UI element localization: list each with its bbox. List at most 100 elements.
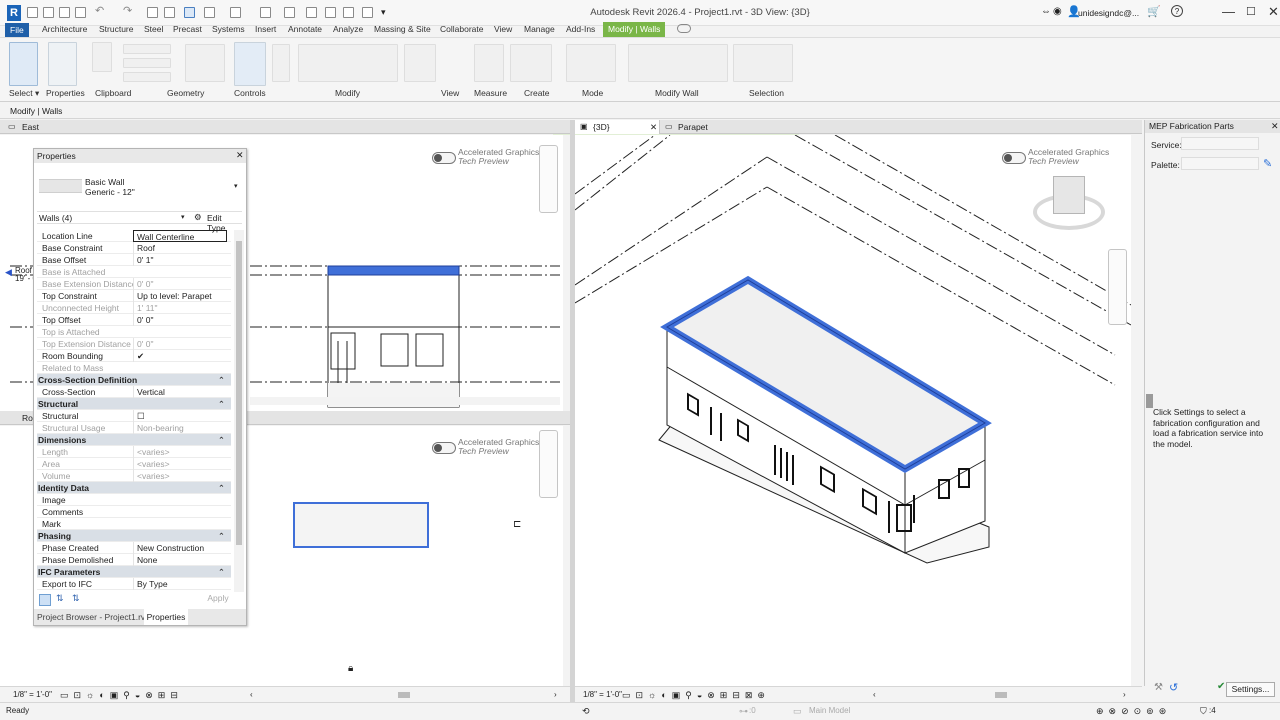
navigation-bar-2[interactable] — [539, 430, 558, 498]
navigation-bar[interactable] — [539, 145, 558, 213]
close-hidden-icon[interactable] — [343, 7, 354, 18]
property-value[interactable]: 0' 0" — [133, 314, 227, 326]
close-tab-icon[interactable]: ✕ — [650, 120, 657, 134]
property-row[interactable]: Top Offset 0' 0" — [37, 314, 231, 326]
tab-properties[interactable]: Properties — [144, 609, 188, 625]
create-tools[interactable] — [510, 44, 552, 82]
fabrication-settings-icon[interactable]: ✔ — [1217, 681, 1225, 692]
tab-modify-walls[interactable]: Modify | Walls — [603, 22, 666, 37]
save-icon[interactable] — [59, 7, 70, 18]
instance-count[interactable]: Walls (4) — [39, 213, 72, 223]
view-control-icons-3d[interactable]: ▭⊡☼◐▣⚲◒⊗⊞⊟⊠⊕ — [622, 687, 770, 703]
select-panel-label[interactable]: Select ▾ — [9, 88, 39, 99]
settings-button[interactable]: Settings... — [1226, 682, 1275, 697]
default-3d-view-icon[interactable] — [284, 7, 295, 18]
refresh-icon[interactable]: ↺ — [1169, 681, 1178, 694]
thin-lines-icon[interactable] — [325, 7, 336, 18]
scroll-thumb-3d[interactable] — [995, 692, 1007, 698]
print-icon[interactable] — [147, 7, 158, 18]
search-arrows-icon[interactable]: ⇔ — [1041, 6, 1051, 17]
categorized-icon[interactable] — [39, 594, 51, 606]
scroll-right-icon[interactable]: › — [554, 687, 557, 703]
redo-icon[interactable]: ↷ — [123, 4, 134, 17]
text-icon[interactable] — [260, 7, 271, 18]
property-value[interactable]: 0' 1" — [133, 254, 227, 266]
tab-roof-plan[interactable]: Ro — [22, 411, 33, 425]
main-model-label[interactable]: Main Model — [809, 703, 850, 719]
paste-button[interactable] — [92, 42, 112, 72]
customize-qat-icon[interactable]: ▾ — [381, 7, 392, 18]
property-value[interactable]: ☐ — [133, 410, 227, 422]
property-row[interactable]: Mark — [37, 518, 231, 530]
property-row[interactable]: Top Extension Distance 0' 0" — [37, 338, 231, 350]
design-options-icon[interactable]: ⊶ — [739, 703, 748, 719]
tab-systems[interactable]: Systems — [207, 22, 250, 37]
accelerated-graphics-toggle[interactable] — [432, 152, 456, 164]
modify-tool-button[interactable] — [9, 42, 38, 86]
worksharing-icon[interactable]: ⟲ — [582, 703, 590, 719]
property-row[interactable]: Base Extension Distance 0' 0" — [37, 278, 231, 290]
property-group-header[interactable]: Identity Data ⌃ — [37, 482, 231, 494]
detail-line-icon[interactable] — [230, 7, 241, 18]
level-marker-icon[interactable]: ◀ — [5, 267, 12, 278]
tab-manage[interactable]: Manage — [519, 22, 560, 37]
tab-parapet[interactable]: Parapet — [678, 120, 708, 134]
property-group-header[interactable]: Dimensions ⌃ — [37, 434, 231, 446]
vertical-scrollbar-3d[interactable] — [1131, 135, 1142, 686]
user-account[interactable]: unidesigndc@... — [1078, 8, 1139, 18]
tab-view[interactable]: View — [489, 22, 517, 37]
3d-view-header[interactable]: ▣ {3D} ✕ ▭ Parapet — [575, 120, 1142, 134]
property-group-header[interactable]: Phasing ⌃ — [37, 530, 231, 542]
property-row[interactable]: Length <varies> — [37, 446, 231, 458]
view-scale-3d[interactable]: 1/8" = 1'-0" — [583, 687, 622, 703]
filter-dropdown-icon[interactable]: ▾ — [181, 213, 185, 221]
property-value[interactable]: None — [133, 554, 227, 566]
cut-button[interactable] — [123, 58, 171, 68]
tag-icon[interactable] — [204, 7, 215, 18]
palette-tool-icon[interactable]: ✎ — [1263, 157, 1272, 170]
property-row[interactable]: Cross-Section Vertical — [37, 386, 231, 398]
property-row[interactable]: Location Line Wall Centerline — [37, 230, 231, 242]
property-value[interactable]: By Type — [133, 578, 227, 590]
scroll-left-icon-3d[interactable]: ‹ — [873, 687, 876, 703]
instance-filter[interactable]: Walls (4) ▾ ⚙ Edit Type — [37, 211, 242, 233]
accelerated-graphics-toggle-2[interactable] — [432, 442, 456, 454]
filter-icon[interactable]: ⛉ — [1200, 703, 1207, 719]
property-row[interactable]: Phase Created New Construction — [37, 542, 231, 554]
sort-az-icon[interactable]: ⇅ — [56, 593, 64, 604]
tab-file[interactable]: File — [5, 23, 29, 38]
accelerated-graphics-toggle-3d[interactable] — [1002, 152, 1026, 164]
sort-za-icon[interactable]: ⇅ — [72, 593, 80, 604]
3d-view[interactable]: Accelerated Graphics Tech Preview — [575, 135, 1142, 686]
mep-tools-icon[interactable]: ⚒ — [1154, 682, 1163, 693]
measure-tools[interactable] — [474, 44, 504, 82]
section-icon[interactable] — [306, 7, 317, 18]
navigation-bar-3d[interactable] — [1108, 249, 1127, 325]
property-row[interactable]: Base Offset 0' 1" — [37, 254, 231, 266]
cart-icon[interactable]: 🛒 — [1147, 5, 1161, 18]
property-group-header[interactable]: Cross-Section Definition ⌃ — [37, 374, 231, 386]
selection-option-icons[interactable]: ⊕⊗⊘⊙⊚⊛ — [1096, 703, 1171, 719]
tab-analyze[interactable]: Analyze — [328, 22, 368, 37]
collapse-icon[interactable]: ⌃ — [218, 482, 225, 494]
property-value[interactable]: Wall Centerline — [133, 230, 227, 242]
close-panel-icon[interactable]: ✕ — [1271, 121, 1279, 132]
wall-opening-button[interactable] — [628, 44, 728, 82]
geometry-tools[interactable] — [185, 44, 225, 82]
scroll-thumb[interactable] — [398, 692, 410, 698]
tab-add-ins[interactable]: Add-Ins — [561, 22, 600, 37]
properties-button[interactable] — [48, 42, 77, 86]
property-value[interactable]: Vertical — [133, 386, 227, 398]
tab-3d[interactable] — [575, 120, 660, 134]
property-row[interactable]: Structural Usage Non-bearing — [37, 422, 231, 434]
view-cube[interactable] — [1030, 170, 1108, 236]
move-button[interactable] — [272, 44, 290, 82]
tab-east[interactable]: East — [22, 120, 39, 134]
property-row[interactable]: Export to IFC By Type — [37, 578, 231, 590]
property-row[interactable]: Top Constraint Up to level: Parapet — [37, 290, 231, 302]
edit-profile-button[interactable] — [566, 44, 616, 82]
aligned-dimension-icon[interactable] — [184, 7, 195, 18]
cope-button[interactable] — [123, 44, 171, 54]
ribbon-minimize-icon[interactable] — [677, 24, 691, 33]
help-icon[interactable]: ? — [1171, 5, 1183, 17]
